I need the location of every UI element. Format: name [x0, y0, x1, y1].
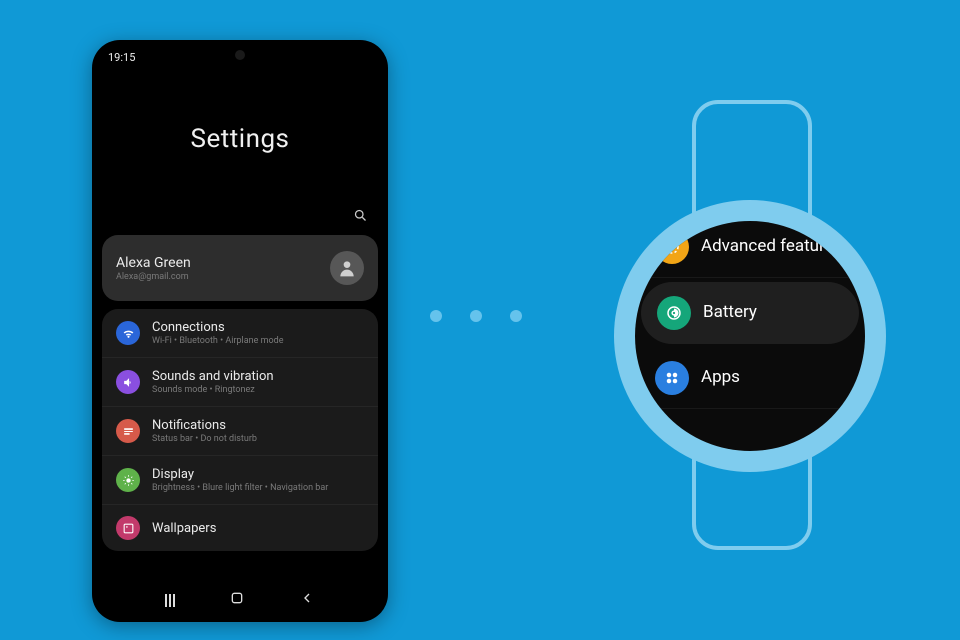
camera-notch [235, 50, 245, 60]
settings-item-notifications[interactable]: Notifications Status bar • Do not distur… [102, 406, 378, 455]
wifi-icon [116, 321, 140, 345]
account-name: Alexa Green [116, 255, 318, 271]
display-icon [116, 468, 140, 492]
settings-item-wallpapers[interactable]: Wallpapers [102, 504, 378, 551]
phone-frame: 19:15 Settings Alexa Green Alexa@gmail.c… [92, 40, 388, 622]
settings-item-label: Sounds and vibration [152, 369, 364, 384]
notification-icon [116, 419, 140, 443]
connection-dots [430, 310, 522, 322]
settings-item-label: Connections [152, 320, 364, 335]
settings-group: Connections Wi-Fi • Bluetooth • Airplane… [102, 309, 378, 551]
watch-face: Advanced features Battery Apps [635, 221, 865, 451]
account-email: Alexa@gmail.com [116, 272, 318, 282]
watch-item-apps[interactable]: Apps [635, 348, 865, 409]
navigation-bar [92, 584, 388, 616]
watch-item-label: Battery [703, 303, 757, 323]
account-card[interactable]: Alexa Green Alexa@gmail.com [102, 235, 378, 301]
settings-item-display[interactable]: Display Brightness • Blure light filter … [102, 455, 378, 504]
watch-item-advanced-features[interactable]: Advanced features [635, 221, 865, 278]
search-icon[interactable] [353, 208, 368, 227]
watch-item-label: Advanced features [701, 237, 842, 257]
watch-item-battery[interactable]: Battery [641, 282, 859, 344]
watch-bezel: Advanced features Battery Apps [614, 200, 886, 472]
sound-icon [116, 370, 140, 394]
wallpaper-icon [116, 516, 140, 540]
avatar [330, 251, 364, 285]
watch-item-label: Apps [701, 368, 740, 388]
nav-recents-button[interactable] [165, 594, 175, 607]
gear-plus-icon [655, 230, 689, 264]
settings-item-subtitle: Brightness • Blure light filter • Naviga… [152, 483, 364, 493]
settings-item-sounds[interactable]: Sounds and vibration Sounds mode • Ringt… [102, 357, 378, 406]
status-time: 19:15 [108, 51, 135, 64]
settings-item-subtitle: Status bar • Do not disturb [152, 434, 364, 444]
apps-icon [655, 361, 689, 395]
settings-item-connections[interactable]: Connections Wi-Fi • Bluetooth • Airplane… [102, 309, 378, 357]
page-title: Settings [92, 124, 388, 154]
watch-settings-list: Advanced features Battery Apps [635, 221, 865, 409]
settings-list: Alexa Green Alexa@gmail.com Connections … [92, 227, 388, 579]
settings-item-label: Wallpapers [152, 521, 364, 536]
nav-home-button[interactable] [229, 590, 245, 610]
settings-item-subtitle: Wi-Fi • Bluetooth • Airplane mode [152, 336, 364, 346]
settings-item-label: Display [152, 467, 364, 482]
nav-back-button[interactable] [299, 590, 315, 610]
battery-icon [657, 296, 691, 330]
settings-item-subtitle: Sounds mode • Ringtonez [152, 385, 364, 395]
settings-item-label: Notifications [152, 418, 364, 433]
